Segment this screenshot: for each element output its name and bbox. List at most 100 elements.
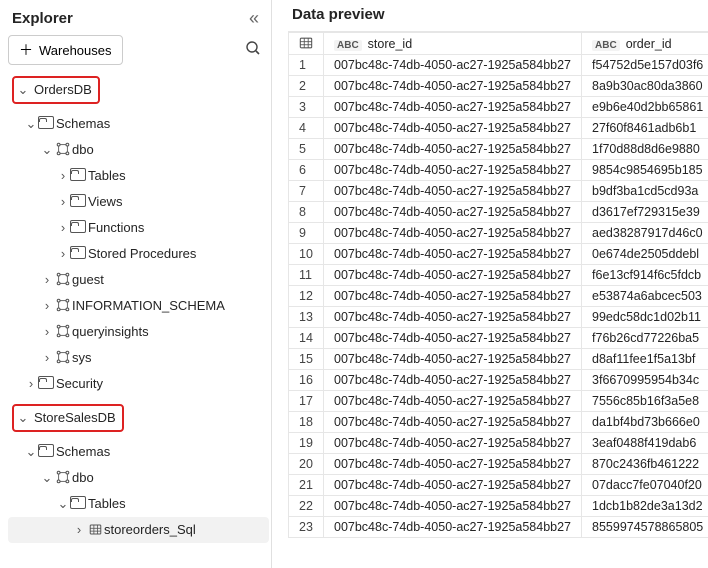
col-store-id[interactable]: ABCstore_id [324, 33, 582, 55]
row-number: 6 [289, 160, 324, 181]
row-number: 12 [289, 286, 324, 307]
table-row[interactable]: 22007bc48c-74db-4050-ac27-1925a584bb271d… [289, 496, 708, 517]
cell-order-id: f54752d5e157d03f6 [582, 55, 708, 76]
table-storeorders-sql[interactable]: › storeorders_Sql [8, 517, 269, 543]
folder-functions[interactable]: › Functions [8, 215, 269, 241]
ordersdb-label: OrdersDB [30, 80, 92, 100]
cell-order-id: aed38287917d46c0 [582, 223, 708, 244]
table-row[interactable]: 18007bc48c-74db-4050-ac27-1925a584bb27da… [289, 412, 708, 433]
cell-store-id: 007bc48c-74db-4050-ac27-1925a584bb27 [324, 76, 582, 97]
cell-order-id: 3f6670995954b34c [582, 370, 708, 391]
table-row[interactable]: 15007bc48c-74db-4050-ac27-1925a584bb27d8… [289, 349, 708, 370]
cell-store-id: 007bc48c-74db-4050-ac27-1925a584bb27 [324, 181, 582, 202]
folder-tables[interactable]: › Tables [8, 163, 269, 189]
cell-store-id: 007bc48c-74db-4050-ac27-1925a584bb27 [324, 307, 582, 328]
db-ordersdb[interactable]: ⌄ OrdersDB [8, 73, 269, 107]
table-row[interactable]: 6007bc48c-74db-4050-ac27-1925a584bb27985… [289, 160, 708, 181]
add-warehouse-button[interactable]: ＋ Warehouses [8, 35, 123, 65]
folder-icon [70, 218, 88, 238]
row-number: 13 [289, 307, 324, 328]
row-number: 20 [289, 454, 324, 475]
folder-tables-2[interactable]: ⌄ Tables [8, 491, 269, 517]
schema-icon [54, 468, 72, 488]
functions-label: Functions [88, 218, 144, 238]
cell-order-id: d3617ef729315e39 [582, 202, 708, 223]
views-label: Views [88, 192, 122, 212]
schema-dbo-2[interactable]: ⌄ dbo [8, 465, 269, 491]
table-row[interactable]: 7007bc48c-74db-4050-ac27-1925a584bb27b9d… [289, 181, 708, 202]
table-row[interactable]: 12007bc48c-74db-4050-ac27-1925a584bb27e5… [289, 286, 708, 307]
schemas-label-2: Schemas [56, 442, 110, 462]
chevron-right-icon: › [40, 322, 54, 342]
col-order-id-name: order_id [626, 37, 672, 51]
table-row[interactable]: 17007bc48c-74db-4050-ac27-1925a584bb2775… [289, 391, 708, 412]
folder-security[interactable]: › Security [8, 371, 269, 397]
schema-guest[interactable]: › guest [8, 267, 269, 293]
table-row[interactable]: 13007bc48c-74db-4050-ac27-1925a584bb2799… [289, 307, 708, 328]
cell-store-id: 007bc48c-74db-4050-ac27-1925a584bb27 [324, 118, 582, 139]
col-order-id[interactable]: ABC order_id [582, 33, 708, 55]
data-preview-panel: Data preview ABCstore_id ABCorder_id 100… [272, 0, 708, 568]
cell-store-id: 007bc48c-74db-4050-ac27-1925a584bb27 [324, 97, 582, 118]
folder-stored-procedures[interactable]: › Stored Procedures [8, 241, 269, 267]
plus-icon: ＋ [19, 40, 33, 60]
table-row[interactable]: 10007bc48c-74db-4050-ac27-1925a584bb270e… [289, 244, 708, 265]
folder-icon [38, 374, 56, 394]
row-number: 16 [289, 370, 324, 391]
schema-information-schema[interactable]: › INFORMATION_SCHEMA [8, 293, 269, 319]
table-row[interactable]: 3007bc48c-74db-4050-ac27-1925a584bb27e9b… [289, 97, 708, 118]
explorer-tree: ⌄ OrdersDB ⌄ Schemas ⌄ dbo › Tables › Vi… [8, 73, 269, 543]
schema-queryinsights[interactable]: › queryinsights [8, 319, 269, 345]
grid-corner [289, 33, 324, 55]
cell-store-id: 007bc48c-74db-4050-ac27-1925a584bb27 [324, 412, 582, 433]
chevron-down-icon: ⌄ [16, 80, 30, 100]
folder-views[interactable]: › Views [8, 189, 269, 215]
folder-icon [70, 244, 88, 264]
preview-title: Data preview [288, 6, 708, 31]
chevron-right-icon: › [24, 374, 38, 394]
infoschema-label: INFORMATION_SCHEMA [72, 296, 225, 316]
cell-store-id: 007bc48c-74db-4050-ac27-1925a584bb27 [324, 202, 582, 223]
db-storesalesdb[interactable]: ⌄ StoreSalesDB [8, 401, 269, 435]
cell-store-id: 007bc48c-74db-4050-ac27-1925a584bb27 [324, 265, 582, 286]
schemas-label: Schemas [56, 114, 110, 134]
table-icon [86, 520, 104, 540]
folder-schemas-2[interactable]: ⌄ Schemas [8, 439, 269, 465]
table-row[interactable]: 8007bc48c-74db-4050-ac27-1925a584bb27d36… [289, 202, 708, 223]
folder-icon [70, 166, 88, 186]
folder-schemas[interactable]: ⌄ Schemas [8, 111, 269, 137]
table-row[interactable]: 5007bc48c-74db-4050-ac27-1925a584bb271f7… [289, 139, 708, 160]
chevron-right-icon: › [40, 270, 54, 290]
row-number: 18 [289, 412, 324, 433]
preview-grid: ABCstore_id ABC order_id 1007bc48c-74db-4… [288, 32, 708, 538]
table-row[interactable]: 20007bc48c-74db-4050-ac27-1925a584bb2787… [289, 454, 708, 475]
cell-store-id: 007bc48c-74db-4050-ac27-1925a584bb27 [324, 223, 582, 244]
cell-order-id: b9df3ba1cd5cd93a [582, 181, 708, 202]
table-row[interactable]: 23007bc48c-74db-4050-ac27-1925a584bb2785… [289, 517, 708, 538]
chevron-right-icon: › [56, 218, 70, 238]
type-badge: ABC [592, 40, 620, 51]
table-row[interactable]: 9007bc48c-74db-4050-ac27-1925a584bb27aed… [289, 223, 708, 244]
chevron-right-icon: › [56, 244, 70, 264]
table-row[interactable]: 4007bc48c-74db-4050-ac27-1925a584bb2727f… [289, 118, 708, 139]
tables-label-2: Tables [88, 494, 126, 514]
schema-dbo[interactable]: ⌄ dbo [8, 137, 269, 163]
collapse-explorer-icon[interactable]: « [249, 8, 259, 29]
search-icon[interactable] [245, 40, 269, 60]
table-row[interactable]: 21007bc48c-74db-4050-ac27-1925a584bb2707… [289, 475, 708, 496]
row-number: 10 [289, 244, 324, 265]
table-row[interactable]: 1007bc48c-74db-4050-ac27-1925a584bb27f54… [289, 55, 708, 76]
storesalesdb-label: StoreSalesDB [30, 408, 116, 428]
schema-sys[interactable]: › sys [8, 345, 269, 371]
table-row[interactable]: 14007bc48c-74db-4050-ac27-1925a584bb27f7… [289, 328, 708, 349]
cell-order-id: 8a9b30ac80da3860 [582, 76, 708, 97]
table-row[interactable]: 19007bc48c-74db-4050-ac27-1925a584bb273e… [289, 433, 708, 454]
cell-store-id: 007bc48c-74db-4050-ac27-1925a584bb27 [324, 244, 582, 265]
col-store-id-name: store_id [368, 37, 412, 51]
add-warehouse-label: Warehouses [39, 43, 112, 58]
table-row[interactable]: 11007bc48c-74db-4050-ac27-1925a584bb27f6… [289, 265, 708, 286]
cell-order-id: 870c2436fb461222 [582, 454, 708, 475]
table-row[interactable]: 16007bc48c-74db-4050-ac27-1925a584bb273f… [289, 370, 708, 391]
table-row[interactable]: 2007bc48c-74db-4050-ac27-1925a584bb278a9… [289, 76, 708, 97]
chevron-down-icon: ⌄ [24, 442, 38, 462]
